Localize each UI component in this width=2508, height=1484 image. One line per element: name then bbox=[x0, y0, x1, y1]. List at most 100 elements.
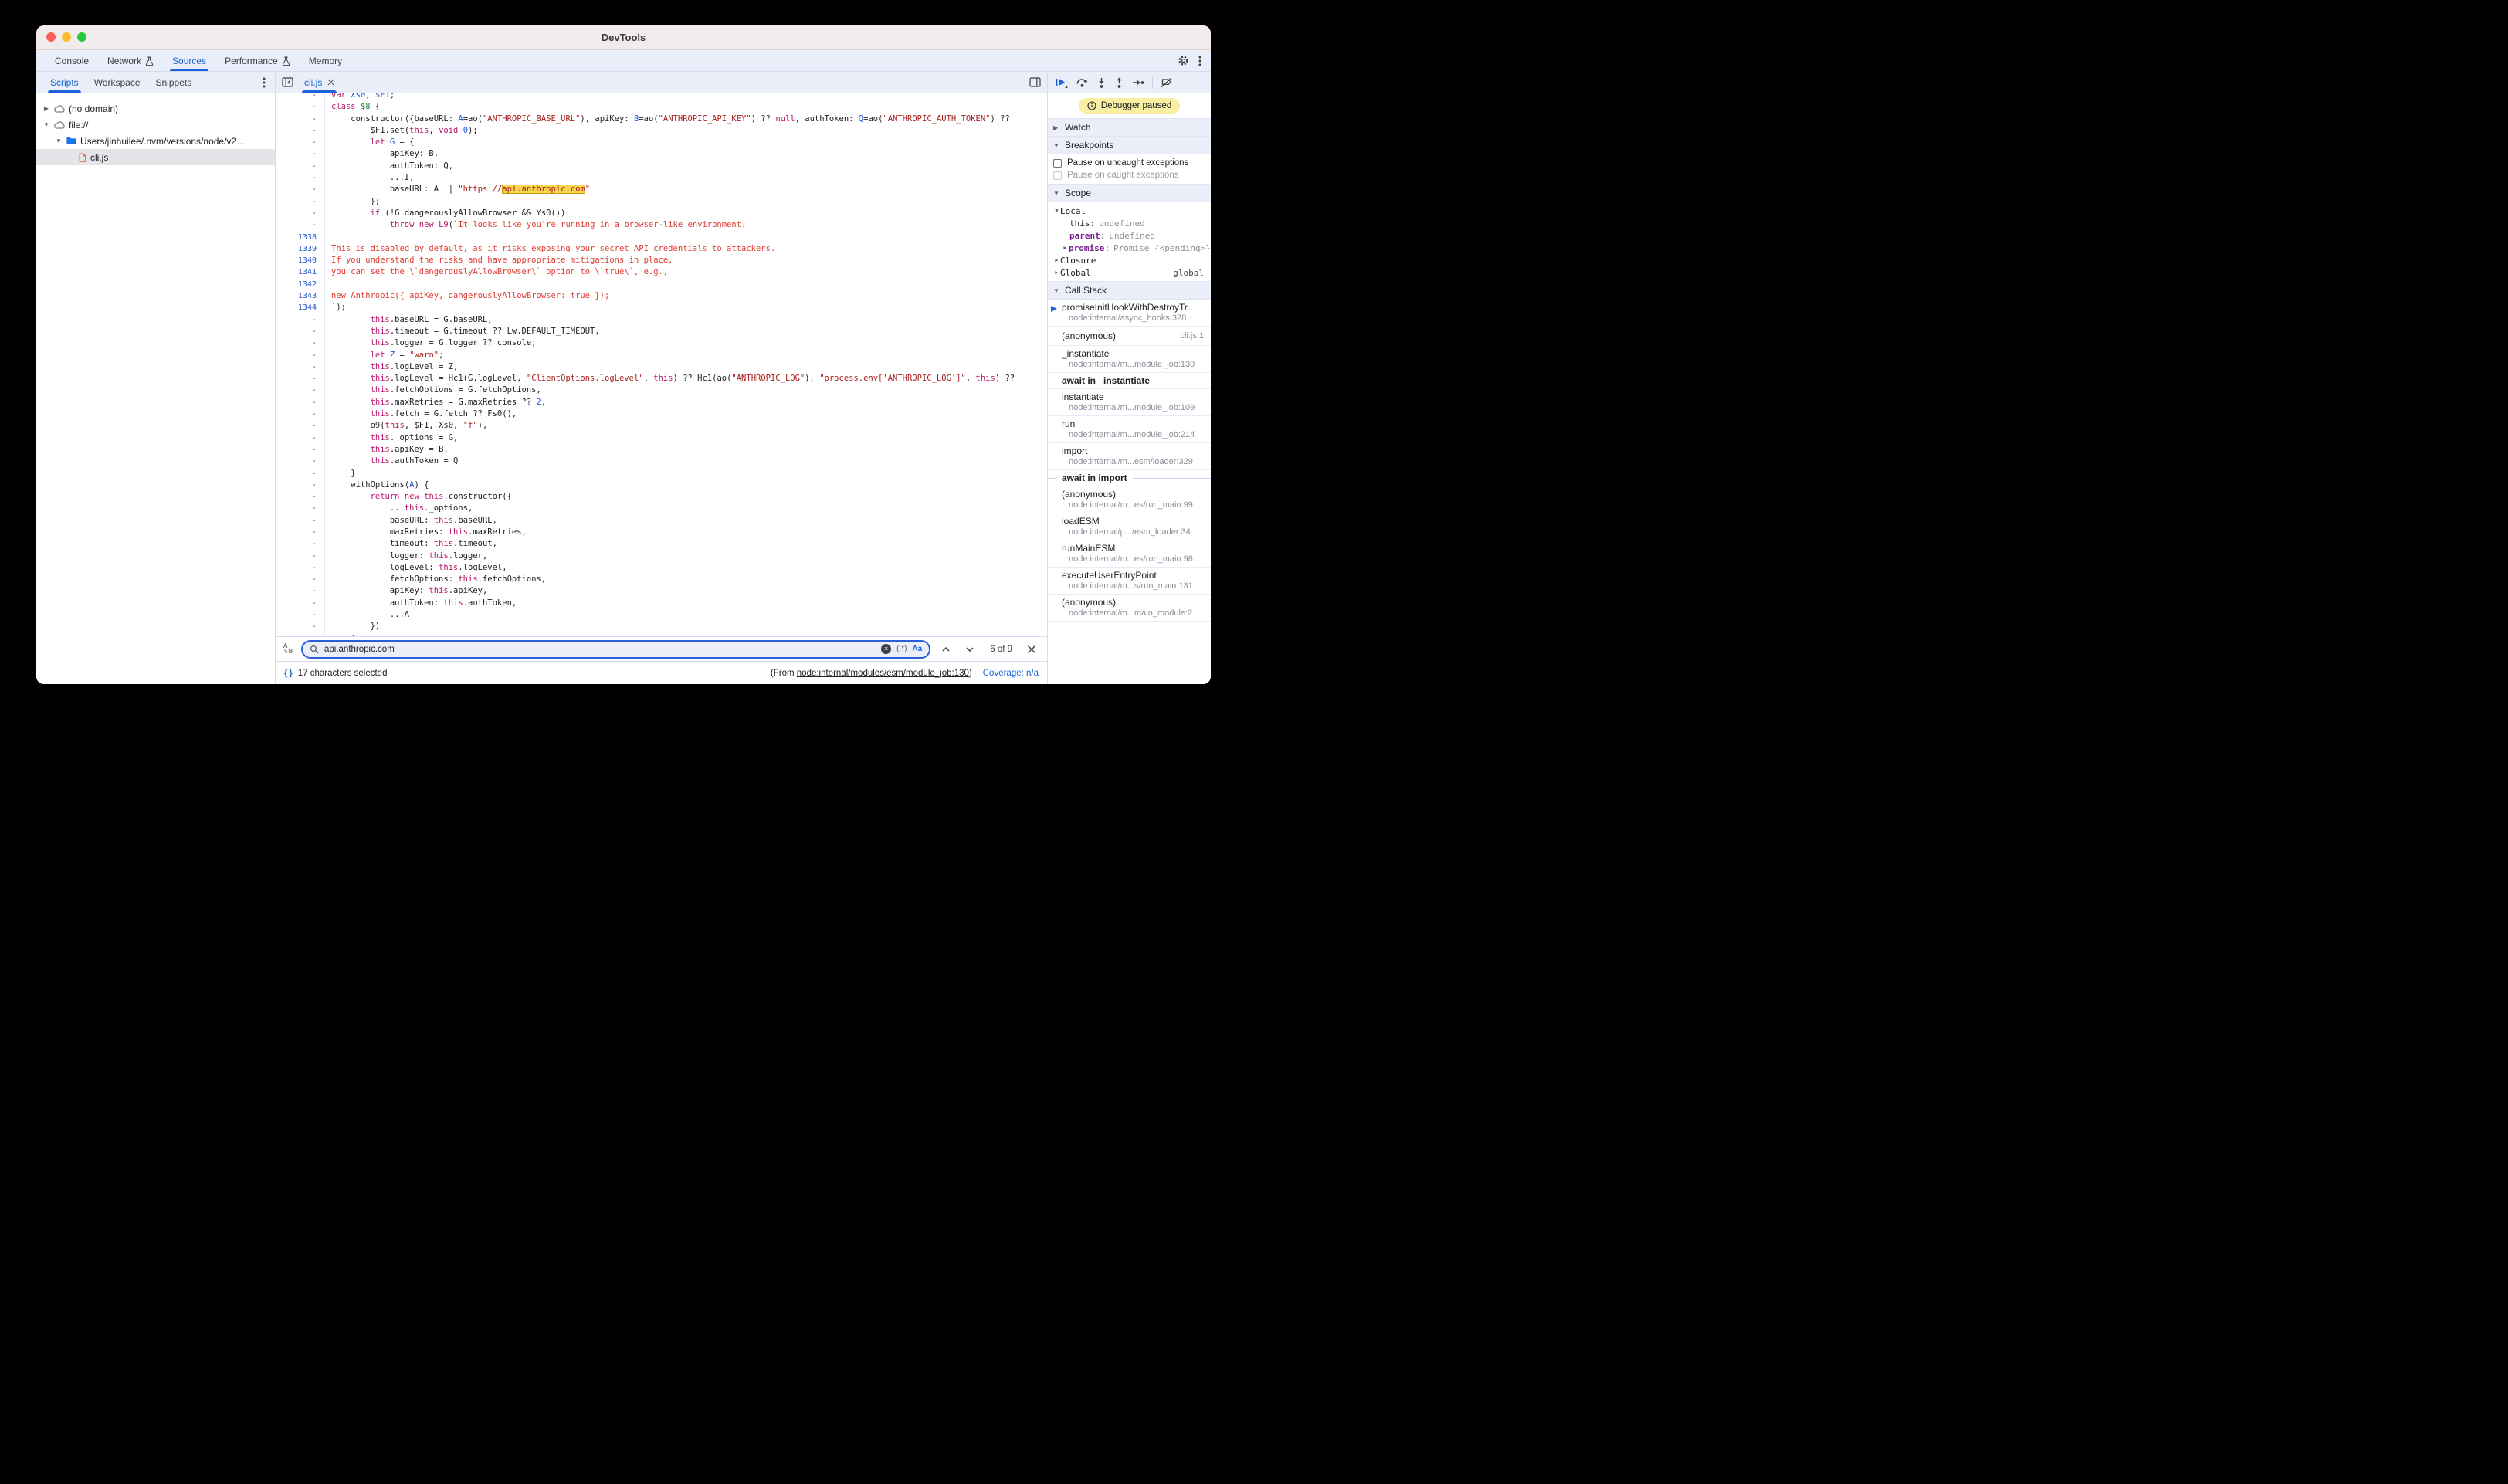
search-input[interactable]: api.anthropic.com bbox=[324, 645, 876, 654]
code-line[interactable]: 1342 bbox=[276, 279, 1047, 290]
breakpoint-gutter-marker[interactable]: - bbox=[276, 137, 325, 148]
breakpoint-gutter-marker[interactable]: - bbox=[276, 397, 325, 408]
code-line[interactable]: 1338 bbox=[276, 232, 1047, 243]
stack-frame[interactable]: promiseInitHookWithDestroyTr…node:intern… bbox=[1048, 300, 1211, 327]
code-line[interactable]: -baseURL: this.baseURL, bbox=[276, 515, 1047, 527]
breakpoint-gutter-marker[interactable]: - bbox=[276, 148, 325, 160]
tree-item-users-jinhuilee-nvm-versions-node-v2-[interactable]: ▼Users/jinhuilee/.nvm/versions/node/v2… bbox=[36, 133, 275, 149]
code-line[interactable]: -this.fetch = G.fetch ?? Fs0(), bbox=[276, 408, 1047, 420]
code-line[interactable]: -var Xs0, $F1; bbox=[276, 93, 1047, 101]
tab-performance[interactable]: Performance bbox=[215, 50, 300, 71]
code-line[interactable]: 1341you can set the \`dangerouslyAllowBr… bbox=[276, 266, 1047, 278]
maximize-window-button[interactable] bbox=[77, 32, 86, 42]
stack-frame[interactable]: _instantiatenode:internal/m...module_job… bbox=[1048, 346, 1211, 373]
breakpoint-gutter-marker[interactable]: - bbox=[276, 408, 325, 420]
code-line[interactable]: -o9(this, $F1, Xs0, "f"), bbox=[276, 420, 1047, 432]
breakpoints-section-header[interactable]: ▼ Breakpoints bbox=[1048, 136, 1211, 154]
code-line[interactable]: -apiKey: this.apiKey, bbox=[276, 585, 1047, 597]
stack-frame[interactable]: executeUserEntryPointnode:internal/m...s… bbox=[1048, 568, 1211, 595]
breakpoint-gutter-marker[interactable]: - bbox=[276, 527, 325, 538]
stack-frame[interactable]: (anonymous)node:internal/m...main_module… bbox=[1048, 595, 1211, 622]
callstack-section-header[interactable]: ▼ Call Stack bbox=[1048, 281, 1211, 300]
chevron-right-icon[interactable]: ▶ bbox=[1053, 269, 1060, 276]
replace-toggle-icon[interactable]: A↳B bbox=[283, 643, 294, 655]
code-editor[interactable]: -var Xs0, $F1;-class $8 {-constructor({b… bbox=[276, 93, 1047, 636]
scope-entry-promise[interactable]: ▶promise:Promise {<pending>} bbox=[1048, 242, 1211, 254]
breakpoint-gutter-marker[interactable]: - bbox=[276, 562, 325, 574]
close-icon[interactable] bbox=[327, 79, 334, 86]
line-number[interactable]: 1343 bbox=[276, 290, 325, 302]
code-line[interactable]: -this.logLevel = Z, bbox=[276, 361, 1047, 373]
breakpoint-gutter-marker[interactable]: - bbox=[276, 432, 325, 444]
sidebar-tab-scripts[interactable]: Scripts bbox=[42, 72, 86, 93]
code-line[interactable]: -withOptions(A) { bbox=[276, 479, 1047, 491]
code-line[interactable]: -this.maxRetries = G.maxRetries ?? 2, bbox=[276, 397, 1047, 408]
breakpoint-gutter-marker[interactable]: - bbox=[276, 574, 325, 585]
code-line[interactable]: -apiKey: B, bbox=[276, 148, 1047, 160]
code-line[interactable]: -this.baseURL = G.baseURL, bbox=[276, 314, 1047, 326]
breakpoint-gutter-marker[interactable]: - bbox=[276, 196, 325, 208]
code-line[interactable]: -timeout: this.timeout, bbox=[276, 538, 1047, 550]
code-line[interactable]: -return new this.constructor({ bbox=[276, 491, 1047, 503]
breakpoint-gutter-marker[interactable]: - bbox=[276, 208, 325, 219]
breakpoint-gutter-marker[interactable]: - bbox=[276, 515, 325, 527]
scope-entry-this[interactable]: this:undefined bbox=[1048, 217, 1211, 229]
tree-item-file-[interactable]: ▼file:// bbox=[36, 117, 275, 133]
sidebar-tab-workspace[interactable]: Workspace bbox=[86, 72, 148, 93]
code-line[interactable]: -this._options = G, bbox=[276, 432, 1047, 444]
code-line[interactable]: -authToken: Q, bbox=[276, 161, 1047, 172]
code-line[interactable]: -}; bbox=[276, 196, 1047, 208]
breakpoint-gutter-marker[interactable]: - bbox=[276, 551, 325, 562]
code-line[interactable]: -this.logLevel = Hc1(G.logLevel, "Client… bbox=[276, 373, 1047, 385]
code-line[interactable]: 1340If you understand the risks and have… bbox=[276, 255, 1047, 266]
line-number[interactable]: 1340 bbox=[276, 255, 325, 266]
code-line[interactable]: -this.fetchOptions = G.fetchOptions, bbox=[276, 385, 1047, 396]
breakpoint-gutter-marker[interactable]: - bbox=[276, 314, 325, 326]
line-number[interactable]: 1341 bbox=[276, 266, 325, 278]
breakpoint-gutter-marker[interactable]: - bbox=[276, 373, 325, 385]
stack-frame[interactable]: instantiatenode:internal/m...module_job:… bbox=[1048, 389, 1211, 416]
code-line[interactable]: -...this._options, bbox=[276, 503, 1047, 514]
breakpoint-gutter-marker[interactable]: - bbox=[276, 337, 325, 349]
next-match-button[interactable] bbox=[961, 646, 978, 652]
breakpoint-option[interactable]: Pause on caught exceptions bbox=[1053, 171, 1205, 180]
scope-section-header[interactable]: ▼ Scope bbox=[1048, 184, 1211, 202]
code-line[interactable]: -maxRetries: this.maxRetries, bbox=[276, 527, 1047, 538]
code-line[interactable]: -throw new L9(`It looks like you're runn… bbox=[276, 219, 1047, 231]
breakpoint-gutter-marker[interactable]: - bbox=[276, 184, 325, 195]
chevron-down-icon[interactable]: ▼ bbox=[1053, 208, 1060, 214]
checkbox[interactable] bbox=[1053, 159, 1062, 168]
stack-frame[interactable]: (anonymous)cli.js:1 bbox=[1048, 327, 1211, 346]
chevron-down-icon[interactable]: ▼ bbox=[55, 137, 63, 144]
code-line[interactable]: -class $8 { bbox=[276, 101, 1047, 113]
tab-network[interactable]: Network bbox=[98, 50, 163, 71]
module-job-link[interactable]: node:internal/modules/esm/module_job:130 bbox=[797, 669, 969, 678]
step-into-icon[interactable] bbox=[1096, 77, 1107, 88]
code-line[interactable]: -let Z = "warn"; bbox=[276, 350, 1047, 361]
code-line[interactable]: -...A bbox=[276, 609, 1047, 621]
code-line[interactable]: -...I, bbox=[276, 172, 1047, 184]
breakpoint-gutter-marker[interactable]: - bbox=[276, 93, 325, 101]
breakpoint-gutter-marker[interactable]: - bbox=[276, 609, 325, 621]
stack-frame[interactable]: runnode:internal/m...module_job:214 bbox=[1048, 416, 1211, 443]
breakpoint-gutter-marker[interactable]: - bbox=[276, 385, 325, 396]
code-line[interactable]: -let G = { bbox=[276, 137, 1047, 148]
toggle-debugger-sidebar-icon[interactable] bbox=[1029, 77, 1041, 87]
pretty-print-icon[interactable]: { } bbox=[284, 669, 293, 678]
code-line[interactable]: 1339This is disabled by default, as it r… bbox=[276, 243, 1047, 255]
clear-search-icon[interactable]: × bbox=[881, 644, 891, 654]
tree-item-cli-js[interactable]: cli.js bbox=[36, 149, 275, 165]
stack-frame[interactable]: loadESMnode:internal/p.../esm_loader:34 bbox=[1048, 513, 1211, 540]
tab-memory[interactable]: Memory bbox=[300, 50, 351, 71]
breakpoint-gutter-marker[interactable]: - bbox=[276, 456, 325, 467]
gear-icon[interactable] bbox=[1178, 55, 1189, 66]
code-line[interactable]: -this.apiKey = B, bbox=[276, 444, 1047, 456]
breakpoint-gutter-marker[interactable]: - bbox=[276, 444, 325, 456]
tab-console[interactable]: Console bbox=[46, 50, 98, 71]
deactivate-breakpoints-icon[interactable] bbox=[1161, 77, 1173, 88]
breakpoint-gutter-marker[interactable]: - bbox=[276, 161, 325, 172]
stack-frame[interactable]: importnode:internal/m...esm/loader:329 bbox=[1048, 443, 1211, 470]
coverage-link[interactable]: Coverage: n/a bbox=[983, 669, 1039, 678]
code-line[interactable]: -logger: this.logger, bbox=[276, 551, 1047, 562]
code-line[interactable]: -} bbox=[276, 468, 1047, 479]
